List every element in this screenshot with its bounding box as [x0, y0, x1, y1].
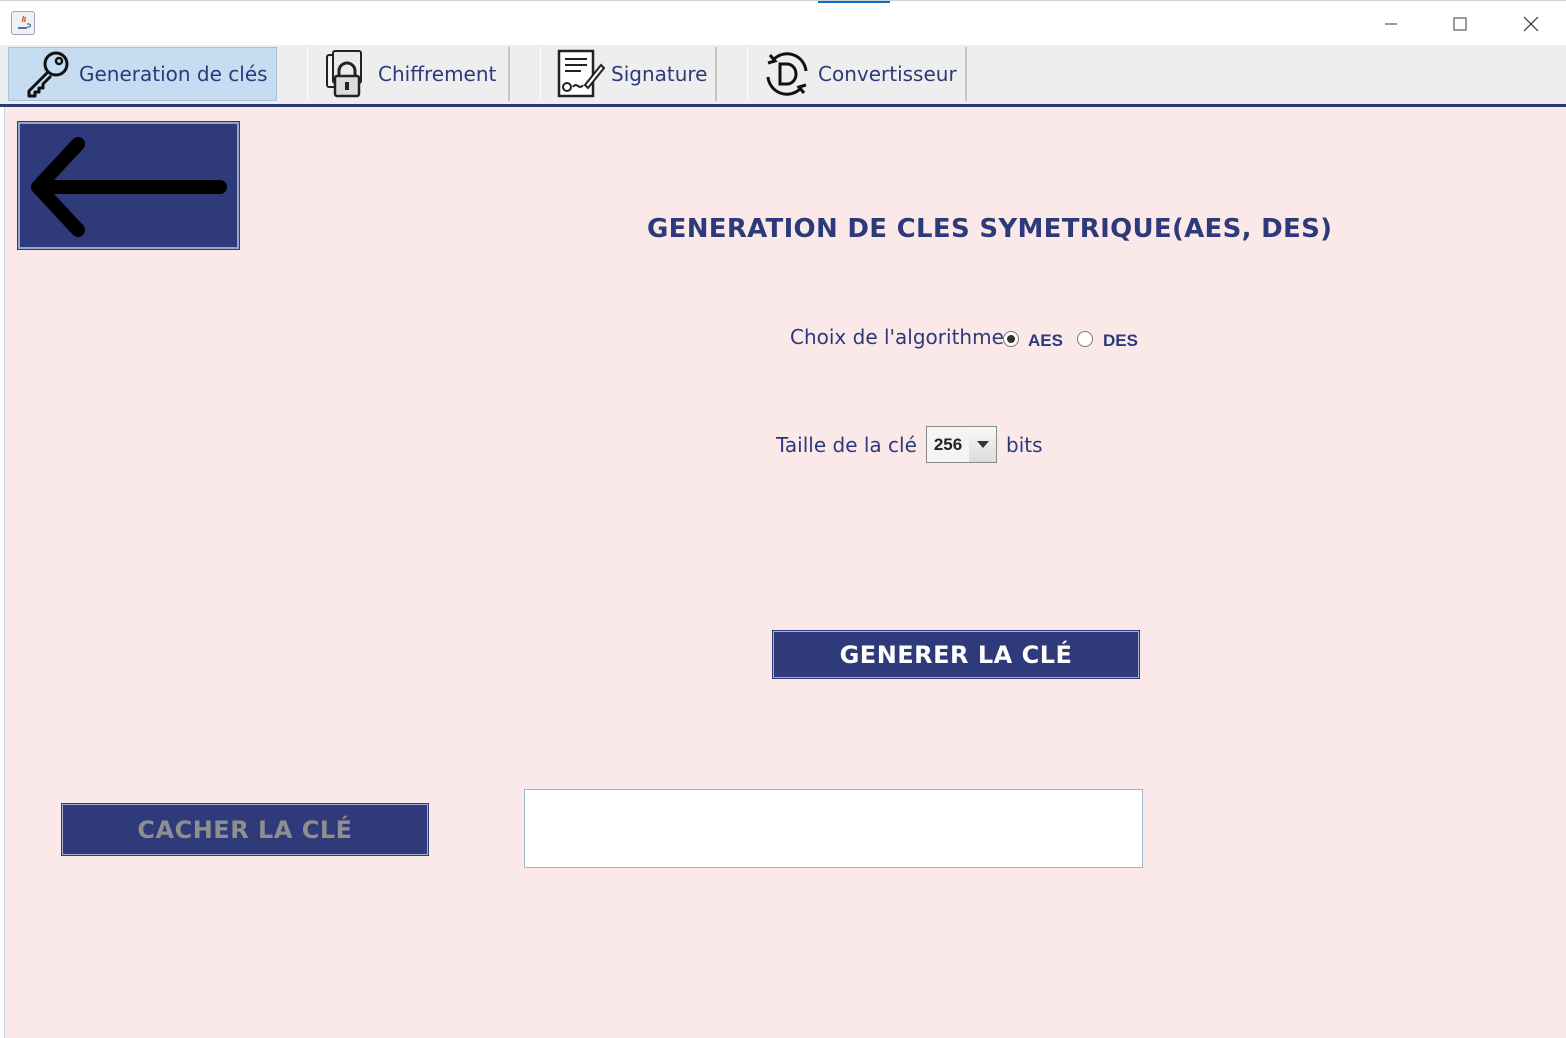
- key-size-value: 256: [927, 427, 970, 462]
- java-app-icon: [11, 11, 35, 35]
- key-size-unit: bits: [1006, 433, 1043, 457]
- key-size-label: Taille de la clé: [776, 433, 917, 457]
- maximize-button[interactable]: [1437, 9, 1483, 39]
- tab-convertisseur[interactable]: Convertisseur: [747, 47, 967, 101]
- tab-label: Signature: [611, 62, 708, 86]
- tab-generation-de-cles[interactable]: Generation de clés: [8, 47, 277, 101]
- convert-icon: [762, 49, 812, 99]
- key-icon: [23, 49, 73, 99]
- close-icon: [1523, 16, 1539, 32]
- generate-key-button[interactable]: GENERER LA CLÉ: [772, 630, 1140, 679]
- maximize-icon: [1453, 17, 1467, 31]
- minimize-icon: [1385, 23, 1397, 25]
- back-button[interactable]: [17, 121, 240, 250]
- radio-des-label[interactable]: DES: [1103, 331, 1138, 351]
- algorithm-label: Choix de l'algorithme: [790, 325, 1004, 349]
- tab-signature[interactable]: Signature: [540, 47, 717, 101]
- tab-chiffrement[interactable]: Chiffrement: [307, 47, 510, 101]
- key-output-field[interactable]: [524, 789, 1143, 868]
- radio-aes-label[interactable]: AES: [1028, 331, 1063, 351]
- page-title: GENERATION DE CLES SYMETRIQUE(AES, DES): [647, 214, 1333, 244]
- arrow-left-icon: [31, 137, 227, 237]
- tab-label: Convertisseur: [818, 62, 957, 86]
- chevron-down-icon[interactable]: [969, 427, 996, 462]
- title-bar-accent: [818, 1, 890, 3]
- lock-icon: [322, 49, 372, 99]
- title-bar: [0, 0, 1566, 45]
- tab-label: Generation de clés: [79, 62, 268, 86]
- signature-icon: [555, 49, 605, 99]
- radio-des[interactable]: [1077, 331, 1093, 347]
- hide-key-button[interactable]: CACHER LA CLÉ: [61, 803, 429, 856]
- key-size-select[interactable]: 256: [926, 426, 997, 463]
- close-button[interactable]: [1508, 9, 1554, 39]
- tab-label: Chiffrement: [378, 62, 497, 86]
- minimize-button[interactable]: [1368, 9, 1414, 39]
- radio-aes[interactable]: [1003, 331, 1019, 347]
